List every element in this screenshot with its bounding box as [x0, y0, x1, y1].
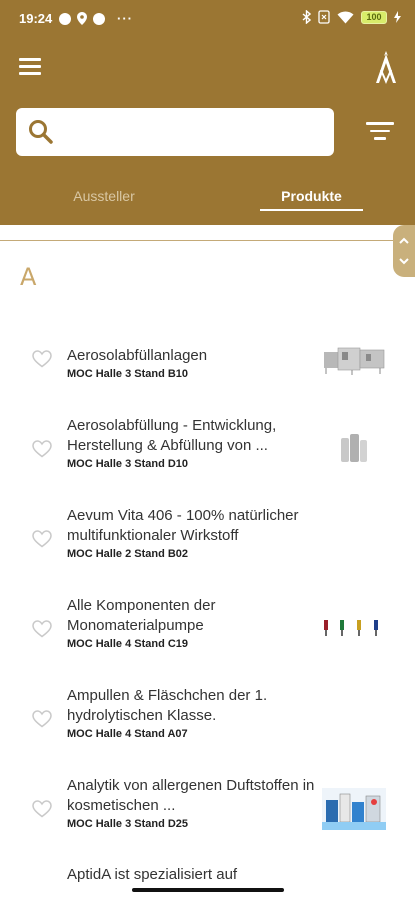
heart-icon[interactable]: [32, 710, 52, 728]
item-location: MOC Halle 3 Stand B10: [67, 368, 189, 380]
pump-components-thumbnail: [324, 620, 378, 636]
heart-icon[interactable]: [32, 440, 52, 458]
wifi-icon: [337, 11, 354, 23]
list-item-partial[interactable]: AptidA ist spezialisiert auf: [67, 866, 237, 883]
status-time: 19:24: [19, 11, 53, 26]
list-item[interactable]: Ampullen & Fläschchen der 1. hydrolytisc…: [0, 680, 415, 760]
search-input[interactable]: [16, 108, 334, 156]
item-location: MOC Halle 3 Stand D25: [67, 818, 189, 830]
list-item[interactable]: Aerosolabfüllung - Entwicklung, Herstell…: [0, 410, 415, 490]
heart-icon[interactable]: [32, 350, 52, 368]
item-title: Aerosolabfüllung - Entwicklung, Herstell…: [67, 417, 277, 454]
heart-icon[interactable]: [32, 620, 52, 638]
system-icons: 100: [302, 10, 401, 24]
search-icon: [29, 120, 53, 144]
filter-icon: [366, 122, 394, 125]
list-item[interactable]: Analytik von allergenen Duftstoffen in k…: [0, 770, 415, 850]
app-notification-icon: [59, 12, 71, 25]
list-item[interactable]: Alle Komponenten der Monomaterialpumpe M…: [0, 590, 415, 670]
section-header-letter: A: [20, 263, 37, 291]
item-title: Alle Komponenten der Monomaterialpumpe: [67, 597, 216, 634]
fast-scroll-handle[interactable]: [393, 225, 415, 277]
status-bar: 19:24 ··· 100: [0, 0, 415, 36]
heart-icon[interactable]: [32, 800, 52, 818]
aerosol-cans-thumbnail: [341, 434, 367, 462]
notification-icons: ···: [59, 11, 133, 26]
hamburger-icon: [19, 58, 41, 61]
item-title: Aerosolabfüllanlagen: [67, 347, 208, 364]
location-pin-icon: [77, 12, 87, 25]
battery-icon: 100: [361, 10, 387, 24]
item-location: MOC Halle 2 Stand B02: [67, 548, 189, 560]
active-tab-indicator: [260, 209, 363, 211]
item-location: MOC Halle 4 Stand C19: [67, 638, 189, 650]
item-title: Ampullen & Fläschchen der 1. hydrolytisc…: [67, 687, 268, 724]
scroll-arrows-icon: [399, 237, 409, 265]
bluetooth-icon: [302, 10, 311, 24]
filling-machine-thumbnail: [324, 347, 385, 375]
gesture-navigation-bar[interactable]: [132, 888, 284, 892]
no-sim-icon: [318, 10, 330, 24]
list-divider: [0, 240, 415, 241]
list-item[interactable]: Aevum Vita 406 - 100% natürlicher multif…: [0, 500, 415, 580]
heart-icon[interactable]: [32, 530, 52, 548]
list-item[interactable]: Aerosolabfüllanlagen MOC Halle 3 Stand B…: [0, 340, 415, 420]
tab-aussteller[interactable]: Aussteller: [60, 188, 148, 204]
charging-icon: [394, 11, 401, 23]
brand-logo: [376, 51, 396, 84]
sync-icon: [93, 12, 105, 25]
item-location: MOC Halle 4 Stand A07: [67, 728, 188, 740]
tab-produkte[interactable]: Produkte: [260, 188, 363, 204]
item-title: Analytik von allergenen Duftstoffen in k…: [67, 777, 315, 814]
item-location: MOC Halle 3 Stand D10: [67, 458, 189, 470]
more-notifications-icon: ···: [117, 11, 133, 26]
lab-analysis-thumbnail: [322, 788, 386, 830]
item-title: Aevum Vita 406 - 100% natürlicher multif…: [67, 507, 299, 544]
menu-button[interactable]: [19, 58, 41, 76]
app-header: 19:24 ··· 100 Aussteller Produkte: [0, 0, 415, 225]
filter-button[interactable]: [366, 122, 394, 144]
